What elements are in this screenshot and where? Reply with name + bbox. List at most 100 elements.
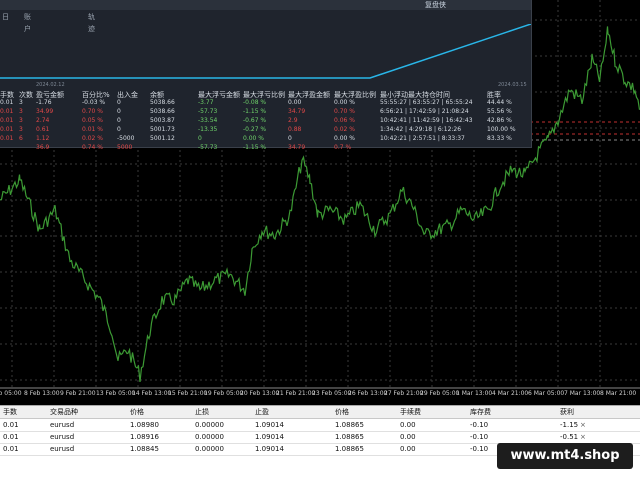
close-icon[interactable]: × [580, 433, 586, 441]
stats-cell: 0.01 [0, 99, 14, 106]
close-icon[interactable]: × [580, 421, 586, 429]
time-axis-label: 7 Feb 05:00 [0, 390, 22, 397]
time-axis-label: 14 Feb 13:00 [132, 390, 172, 397]
panel-title: 复盘侠 [425, 1, 446, 9]
equity-date-start: 2024.02.12 [36, 82, 65, 88]
trade-cell: 0.00 [400, 433, 416, 441]
stats-cell: -0.67 % [243, 117, 267, 124]
trade-column-header[interactable]: 止损 [195, 407, 209, 417]
trade-cell: -0.10 [470, 433, 489, 441]
stats-cell: 0 [117, 117, 121, 124]
stats-cell: 0.01 [0, 108, 14, 115]
stats-cell: 0 [117, 99, 121, 106]
backtest-panel: 复盘侠 日 账户 轨迹 2024.02.12 2024.03.15 手数 次数 盈亏… [0, 0, 532, 151]
stats-cell: 1.12 [36, 135, 50, 142]
trade-cell: 0.00000 [195, 445, 224, 453]
trade-cell: 1.09014 [255, 421, 284, 429]
trade-cell: 1.08845 [130, 445, 159, 453]
trade-column-header[interactable]: 价格 [335, 407, 349, 417]
time-axis-label: 15 Feb 21:00 [168, 390, 208, 397]
trade-table-header: 手数 交易品种 价格 止损 止盈 价格 手续费 库存费 获利 [0, 406, 640, 419]
trade-cell: 0.01 [3, 445, 19, 453]
stats-cell: 0.7 % [334, 144, 352, 151]
time-axis-label: 8 Feb 13:00 [24, 390, 60, 397]
stats-cell: -13.35 [198, 126, 218, 133]
time-axis-label: 1 Mar 13:00 [456, 390, 493, 397]
stats-cell: -0.03 % [82, 99, 106, 106]
stats-cell: 3 [19, 126, 23, 133]
trade-column-header[interactable]: 交易品种 [50, 407, 78, 417]
stats-row: 0.01 3 2.74 0.05 % 0 5003.87 -33.54 -0.67 % 2.9 0… [0, 117, 531, 126]
stats-cell: -0.08 % [243, 99, 267, 106]
trade-cell: -0.10 [470, 445, 489, 453]
watermark: www.mt4.shop [497, 443, 633, 469]
trade-cell: 0.01 [3, 433, 19, 441]
trade-cell: 0.00000 [195, 421, 224, 429]
stats-cell: 0 [288, 135, 292, 142]
trade-cell: 1.08980 [130, 421, 159, 429]
trade-cell: 0.00 [400, 421, 416, 429]
time-axis-label: 8 Mar 21:00 [600, 390, 637, 397]
stats-cell: 0.01 % [82, 126, 103, 133]
trade-cell: eurusd [50, 421, 75, 429]
time-axis-label: 23 Feb 05:00 [312, 390, 352, 397]
stats-cell: 6:56:21 | 17:42:59 | 21:08:24 [380, 108, 469, 115]
stats-cell: 1:34:42 | 4:29:18 | 6:12:26 [380, 126, 462, 133]
stats-row: 0.01 6 1.12 0.02 % -5000 5001.12 0 0.00 % 0 0.00 … [0, 135, 531, 144]
time-axis-label: 6 Mar 05:00 [528, 390, 565, 397]
equity-date-end: 2024.03.15 [498, 82, 527, 88]
stats-cell: 5038.66 [150, 108, 175, 115]
stats-cell: 42.86 % [487, 117, 512, 124]
stats-cell: 34.79 [288, 144, 306, 151]
stats-cell: 0.74 % [82, 144, 103, 151]
stats-cell: 0 [198, 135, 202, 142]
stats-cell: -33.54 [198, 117, 218, 124]
stats-cell: 0.00 % [334, 99, 355, 106]
stats-cell: 0.70 % [82, 108, 103, 115]
stats-cell: 0.02 % [82, 135, 103, 142]
trade-cell: 0.01 [3, 421, 19, 429]
stats-cell: 36.9 [36, 144, 50, 151]
stats-cell: 5000 [117, 144, 133, 151]
trade-cell: 1.09014 [255, 433, 284, 441]
trade-cell: eurusd [50, 445, 75, 453]
stats-cell: 0.88 [288, 126, 302, 133]
trade-column-header[interactable]: 手数 [3, 407, 17, 417]
stats-cell: 0.00 % [334, 135, 355, 142]
trade-column-header[interactable]: 手续费 [400, 407, 421, 417]
stats-cell: -3.77 [198, 99, 214, 106]
stats-cell: 3 [19, 117, 23, 124]
stats-cell: 44.44 % [487, 99, 512, 106]
stats-cell: 0.02 % [334, 126, 355, 133]
stats-cell: 0 [117, 126, 121, 133]
stats-cell: 5038.66 [150, 99, 175, 106]
stats-cell: 0.05 % [82, 117, 103, 124]
trade-cell: 0.00 [400, 445, 416, 453]
stats-cell: 0.06 % [334, 117, 355, 124]
tab-day[interactable]: 日 [2, 11, 9, 23]
trade-column-header[interactable]: 库存费 [470, 407, 491, 417]
stats-cell: 5003.87 [150, 117, 175, 124]
stats-cell: 0 [117, 108, 121, 115]
equity-line [0, 24, 531, 79]
trade-column-header[interactable]: 价格 [130, 407, 144, 417]
stats-cell: 0.00 % [243, 135, 264, 142]
stats-cell: 3 [19, 108, 23, 115]
stats-cell: 5001.12 [150, 135, 175, 142]
trade-cell: 1.08916 [130, 433, 159, 441]
trade-cell: eurusd [50, 433, 75, 441]
stats-cell: -57.73 [198, 144, 218, 151]
trade-cell: 1.08865 [335, 433, 364, 441]
stats-cell: 6 [19, 135, 23, 142]
stats-row: 0.01 3 -1.76 -0.03 % 0 5038.66 -3.77 -0.08 % 0.0… [0, 99, 531, 108]
stats-row: 36.9 0.74 % 5000 -57.73 -1.15 % 34.79 0.7 % [0, 144, 531, 153]
trade-column-header[interactable]: 获利 [560, 407, 574, 417]
time-axis-label: 26 Feb 13:00 [348, 390, 388, 397]
stats-cell: 10:42:41 | 11:42:59 | 16:42:43 [380, 117, 473, 124]
time-axis-label: 9 Feb 21:00 [60, 390, 96, 397]
time-axis-label: 27 Feb 21:00 [384, 390, 424, 397]
time-axis-label: 29 Feb 05:00 [420, 390, 460, 397]
stats-cell: 3 [19, 99, 23, 106]
time-axis-label: 7 Mar 13:00 [564, 390, 601, 397]
trade-column-header[interactable]: 止盈 [255, 407, 269, 417]
